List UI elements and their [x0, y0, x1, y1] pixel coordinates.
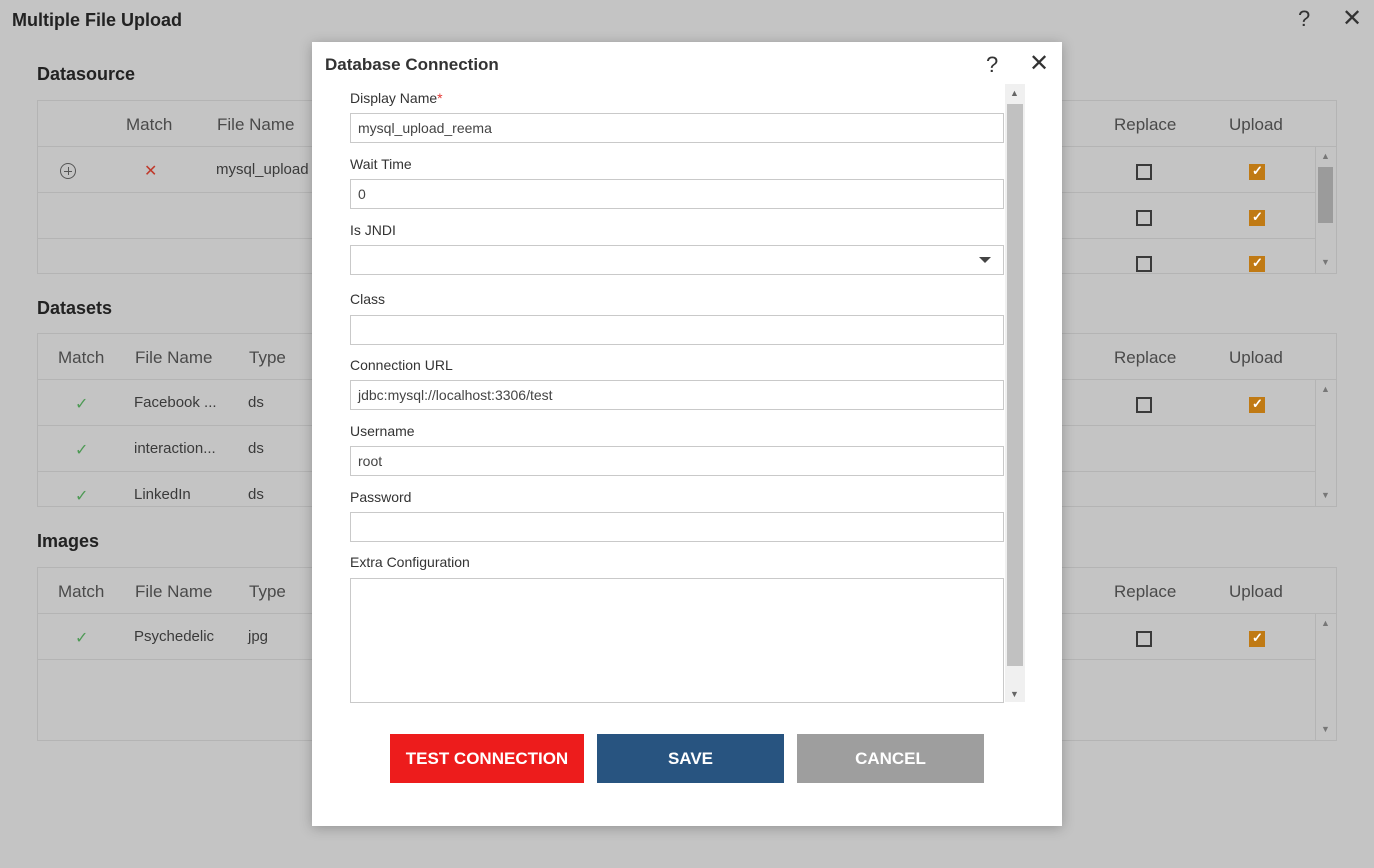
- header-upload[interactable]: Upload: [1229, 582, 1283, 602]
- cancel-button[interactable]: CANCEL: [797, 734, 984, 783]
- type-cell: ds: [248, 394, 264, 411]
- file-name-cell: mysql_upload: [216, 161, 309, 178]
- file-name-cell: Psychedelic: [134, 628, 215, 645]
- scroll-thumb[interactable]: [1007, 104, 1023, 666]
- scroll-up-icon[interactable]: ▲: [1321, 384, 1330, 394]
- upload-checkbox[interactable]: [1249, 255, 1265, 272]
- extra-configuration-textarea[interactable]: [350, 578, 1004, 703]
- scroll-down-icon[interactable]: ▼: [1321, 257, 1330, 267]
- scroll-up-icon[interactable]: ▲: [1321, 618, 1330, 628]
- upload-checkbox[interactable]: [1249, 209, 1265, 226]
- dialog-close-icon[interactable]: ✕: [1029, 49, 1049, 78]
- help-icon[interactable]: ?: [1298, 6, 1310, 32]
- match-ok-icon: ✓: [75, 630, 89, 647]
- chevron-down-icon[interactable]: [979, 257, 991, 263]
- test-connection-button[interactable]: TEST CONNECTION: [390, 734, 584, 783]
- wait-time-input[interactable]: 0: [350, 179, 1004, 209]
- class-label: Class: [350, 291, 386, 307]
- plus-circle-icon[interactable]: [60, 163, 76, 179]
- images-scrollbar[interactable]: ▲ ▼: [1315, 614, 1336, 740]
- header-file-name[interactable]: File Name: [135, 348, 212, 368]
- header-replace[interactable]: Replace: [1114, 348, 1176, 368]
- username-label: Username: [350, 423, 415, 439]
- scroll-up-icon[interactable]: ▲: [1321, 151, 1330, 161]
- is-jndi-select[interactable]: [350, 245, 1004, 275]
- upload-checkbox[interactable]: [1249, 396, 1265, 413]
- dialog-help-icon[interactable]: ?: [986, 52, 998, 78]
- header-replace[interactable]: Replace: [1114, 115, 1176, 135]
- replace-checkbox[interactable]: [1136, 256, 1152, 272]
- type-cell: jpg: [248, 628, 269, 645]
- match-ok-icon: ✓: [75, 442, 89, 459]
- type-cell: ds: [248, 486, 264, 503]
- header-replace[interactable]: Replace: [1114, 582, 1176, 602]
- replace-checkbox[interactable]: [1136, 397, 1152, 413]
- close-icon[interactable]: ✕: [1342, 4, 1362, 33]
- file-name-cell: Facebook ...: [134, 394, 217, 411]
- display-name-input[interactable]: mysql_upload_reema: [350, 113, 1004, 143]
- scroll-down-icon[interactable]: ▼: [1321, 724, 1330, 734]
- datasource-section-title: Datasource: [37, 64, 136, 84]
- is-jndi-label: Is JNDI: [350, 222, 396, 238]
- wait-time-label: Wait Time: [350, 156, 412, 172]
- extra-configuration-label: Extra Configuration: [350, 554, 470, 570]
- upload-checkbox[interactable]: [1249, 163, 1265, 180]
- database-connection-dialog: Database Connection ? ✕ Display Name* my…: [312, 42, 1062, 826]
- header-match[interactable]: Match: [58, 582, 104, 602]
- datasets-scrollbar[interactable]: ▲ ▼: [1315, 380, 1336, 506]
- connection-form: Display Name* mysql_upload_reema Wait Ti…: [349, 84, 1025, 704]
- upload-checkbox[interactable]: [1249, 630, 1265, 647]
- display-name-label: Display Name*: [350, 90, 443, 106]
- header-upload[interactable]: Upload: [1229, 115, 1283, 135]
- header-file-name[interactable]: File Name: [135, 582, 212, 602]
- header-type[interactable]: Type: [249, 582, 286, 602]
- password-input[interactable]: [350, 512, 1004, 542]
- save-button[interactable]: SAVE: [597, 734, 784, 783]
- match-fail-icon: ✕: [144, 163, 158, 180]
- header-file-name[interactable]: File Name: [217, 115, 294, 135]
- file-name-cell: interaction...: [134, 440, 216, 457]
- type-cell: ds: [248, 440, 264, 457]
- required-mark: *: [437, 90, 443, 106]
- username-input[interactable]: root: [350, 446, 1004, 476]
- header-match[interactable]: Match: [126, 115, 172, 135]
- match-ok-icon: ✓: [75, 396, 89, 413]
- datasource-scrollbar[interactable]: ▲ ▼: [1315, 147, 1336, 273]
- scroll-down-icon[interactable]: ▼: [1321, 490, 1330, 500]
- datasets-section-title: Datasets: [37, 298, 113, 318]
- replace-checkbox[interactable]: [1136, 631, 1152, 647]
- connection-url-label: Connection URL: [350, 357, 453, 373]
- replace-checkbox[interactable]: [1136, 164, 1152, 180]
- replace-checkbox[interactable]: [1136, 210, 1152, 226]
- header-match[interactable]: Match: [58, 348, 104, 368]
- form-scrollbar[interactable]: ▲ ▼: [1005, 84, 1025, 702]
- images-section-title: Images: [37, 531, 100, 551]
- scroll-down-icon[interactable]: ▼: [1010, 689, 1019, 699]
- header-upload[interactable]: Upload: [1229, 348, 1283, 368]
- class-input[interactable]: [350, 315, 1004, 345]
- dialog-title: Database Connection: [325, 55, 499, 74]
- header-type[interactable]: Type: [249, 348, 286, 368]
- password-label: Password: [350, 489, 412, 505]
- display-name-label-text: Display Name: [350, 90, 438, 106]
- file-name-cell: LinkedIn: [134, 486, 191, 503]
- connection-url-input[interactable]: jdbc:mysql://localhost:3306/test: [350, 380, 1004, 410]
- match-ok-icon: ✓: [75, 488, 89, 505]
- window-title: Multiple File Upload: [12, 10, 182, 30]
- scroll-thumb[interactable]: [1318, 167, 1333, 223]
- scroll-up-icon[interactable]: ▲: [1010, 88, 1019, 98]
